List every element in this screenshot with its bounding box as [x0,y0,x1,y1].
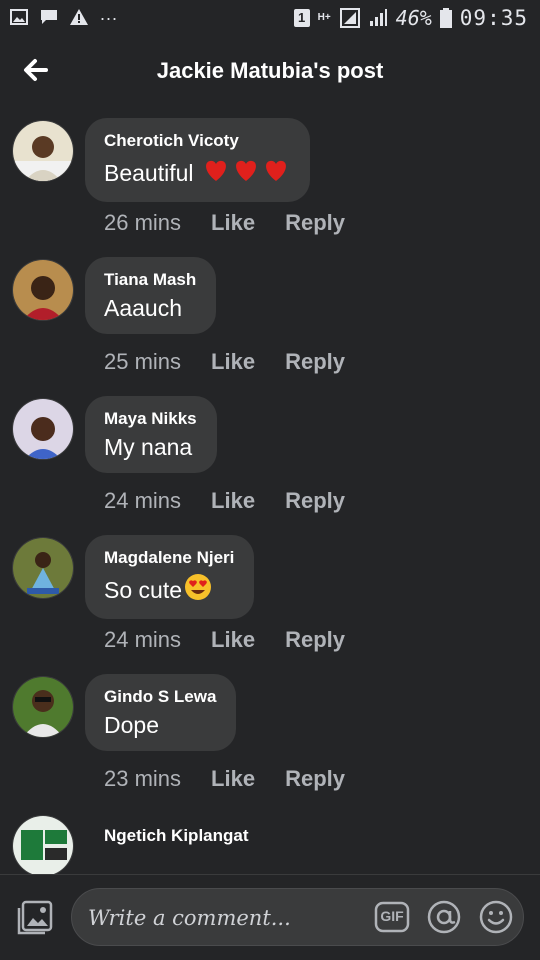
avatar[interactable] [12,676,74,738]
reply-button[interactable]: Reply [285,349,345,375]
comment-author[interactable]: Ngetich Kiplangat [104,826,249,846]
sim-icon: 1 [293,9,310,27]
comment-bubble[interactable]: Magdalene Njeri So cute [85,535,255,619]
comment-time: 25 mins [104,349,182,374]
comment-actions: 23 mins Like Reply [104,766,345,792]
avatar[interactable] [12,259,74,321]
signal-box-icon [339,8,360,28]
comment-author[interactable]: Gindo S Lewa [104,687,216,707]
like-button[interactable]: Like [211,210,255,236]
like-button[interactable]: Like [211,766,255,792]
gif-button[interactable]: GIF [374,899,410,935]
reply-button[interactable]: Reply [285,627,345,653]
comment-composer: GIF [0,875,540,960]
network-type-icon: H+ [317,12,331,23]
comment-author[interactable]: Cherotich Vicoty [104,131,290,151]
mention-icon[interactable] [426,899,462,935]
comment-text: So cute [104,573,234,607]
battery-percent: 46% [395,6,432,30]
comment-actions: 24 mins Like Reply [104,488,345,514]
comment-text: Aaauch [104,295,183,321]
status-bar: ... 1 H+ 46% 09:35 [0,0,540,38]
comment-text-value: Beautiful [104,159,194,186]
comment-bubble[interactable]: Maya Nikks My nana [85,396,217,473]
comment-actions: 24 mins Like Reply [104,627,345,653]
heart-eyes-emoji-icon [184,573,212,607]
heart-icon [262,156,290,190]
heart-icon [232,156,260,190]
comment-bubble[interactable]: Tiana Mash Aaauch [85,257,217,334]
comment-actions: 25 mins Like Reply [104,349,345,375]
avatar[interactable] [12,537,74,599]
gif-label: GIF [380,908,404,924]
image-notification-icon [10,8,28,25]
comment-time: 26 mins [104,210,182,235]
comment-text-value: So cute [104,576,182,603]
comment-actions: 26 mins Like Reply [104,210,345,236]
comment-input-container[interactable]: GIF [71,888,524,946]
comment-time: 24 mins [104,627,182,652]
comment-text: Dope [104,712,159,738]
more-notifications-icon: ... [100,4,119,24]
comment-author[interactable]: Maya Nikks [104,409,197,429]
avatar[interactable] [12,120,74,182]
comment-text: My nana [104,434,193,460]
like-button[interactable]: Like [211,488,255,514]
emoji-icon[interactable] [478,899,514,935]
comment-time: 24 mins [104,488,182,513]
comment-author[interactable]: Magdalene Njeri [104,548,234,568]
warning-icon [70,8,88,25]
avatar[interactable] [12,815,74,874]
reply-button[interactable]: Reply [285,766,345,792]
battery-icon [439,8,452,28]
header: Jackie Matubia's post [0,38,540,106]
comment-author[interactable]: Tiana Mash [104,270,196,290]
heart-icon [202,156,230,190]
comment-bubble[interactable]: Gindo S Lewa Dope [85,674,237,751]
clock: 09:35 [459,6,528,30]
comment-input[interactable] [86,899,360,937]
comment-time: 23 mins [104,766,182,791]
like-button[interactable]: Like [211,349,255,375]
comment-text: Beautiful [104,156,290,190]
page-title: Jackie Matubia's post [156,58,384,83]
avatar[interactable] [12,398,74,460]
comment-list[interactable]: Cherotich Vicoty Beautiful 26 mins Like … [0,106,540,874]
photo-icon[interactable] [16,900,54,936]
reply-button[interactable]: Reply [285,488,345,514]
comment-bubble[interactable]: Ngetich Kiplangat [85,813,269,863]
like-button[interactable]: Like [211,627,255,653]
reply-button[interactable]: Reply [285,210,345,236]
comment-bubble[interactable]: Cherotich Vicoty Beautiful [85,118,310,202]
signal-icon [369,9,387,26]
message-notification-icon [41,9,57,24]
